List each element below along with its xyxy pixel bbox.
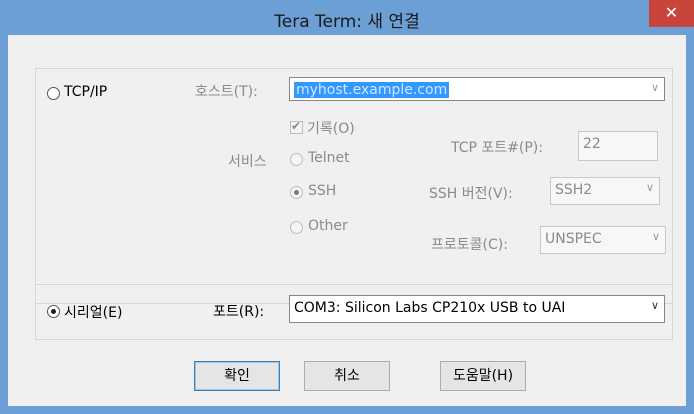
chevron-down-icon[interactable]: ∨ — [646, 181, 654, 194]
help-button[interactable]: 도움말(H) — [440, 361, 526, 391]
telnet-radio[interactable] — [290, 153, 303, 166]
chevron-down-icon[interactable]: ∨ — [652, 230, 660, 243]
other-radio[interactable] — [290, 221, 303, 234]
cancel-button[interactable]: 취소 — [304, 361, 390, 391]
ssh-version-value: SSH2 — [555, 182, 593, 198]
tcp-port-input[interactable]: 22 — [578, 131, 658, 161]
dialog-window: Tera Term: 새 연결 ✕ TCP/IP 호스트(T): myhost.… — [0, 0, 694, 414]
protocol-value: UNSPEC — [545, 231, 602, 247]
ssh-label[interactable]: SSH — [308, 183, 336, 199]
ssh-radio[interactable] — [290, 186, 303, 199]
ssh-version-select[interactable]: SSH2 ∨ — [550, 177, 660, 205]
title-bar[interactable]: Tera Term: 새 연결 ✕ — [0, 0, 694, 35]
history-checkbox[interactable]: ✔ — [290, 119, 303, 134]
window-title: Tera Term: 새 연결 — [274, 12, 420, 32]
serial-label[interactable]: 시리얼(E) — [64, 302, 122, 322]
chevron-down-icon[interactable]: ∨ — [651, 81, 659, 94]
tcp-port-value: 22 — [583, 136, 601, 152]
host-combobox[interactable]: myhost.example.com ∨ — [289, 77, 665, 101]
other-label[interactable]: Other — [308, 218, 348, 234]
port-value: COM3: Silicon Labs CP210x USB to UAI — [294, 300, 566, 316]
host-input-value[interactable]: myhost.example.com — [294, 82, 450, 98]
host-label: 호스트(T): — [195, 84, 258, 100]
serial-radio[interactable] — [47, 305, 60, 318]
tcpip-radio[interactable] — [47, 87, 60, 100]
close-button[interactable]: ✕ — [649, 0, 694, 27]
service-label: 서비스 — [228, 154, 267, 170]
history-label[interactable]: 기록(O) — [307, 118, 355, 138]
protocol-label: 프로토콜(C): — [431, 237, 508, 253]
ssh-version-label: SSH 버전(V): — [429, 186, 513, 202]
chevron-down-icon[interactable]: ∨ — [651, 299, 659, 312]
dialog-body: TCP/IP 호스트(T): myhost.example.com ∨ ✔ 기록… — [8, 35, 686, 406]
tcpip-label[interactable]: TCP/IP — [64, 84, 107, 100]
tcp-port-label: TCP 포트#(P): — [451, 140, 543, 156]
port-label: 포트(R): — [213, 304, 265, 320]
ok-button[interactable]: 확인 — [194, 361, 280, 391]
port-select[interactable]: COM3: Silicon Labs CP210x USB to UAI ∨ — [289, 295, 665, 323]
protocol-select[interactable]: UNSPEC ∨ — [540, 226, 666, 254]
telnet-label[interactable]: Telnet — [308, 150, 350, 166]
